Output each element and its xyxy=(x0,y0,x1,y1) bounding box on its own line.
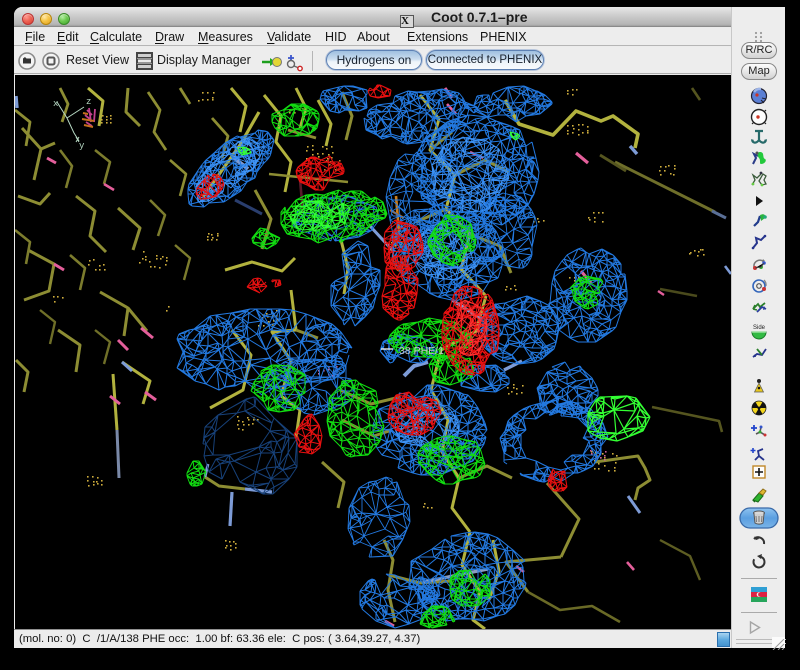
svg-text:38 PHE/1: 38 PHE/1 xyxy=(399,345,444,357)
svg-text:Side: Side xyxy=(753,325,766,331)
svg-text:y: y xyxy=(79,141,85,151)
svg-text:z: z xyxy=(86,97,91,107)
svg-text:x: x xyxy=(53,99,58,109)
